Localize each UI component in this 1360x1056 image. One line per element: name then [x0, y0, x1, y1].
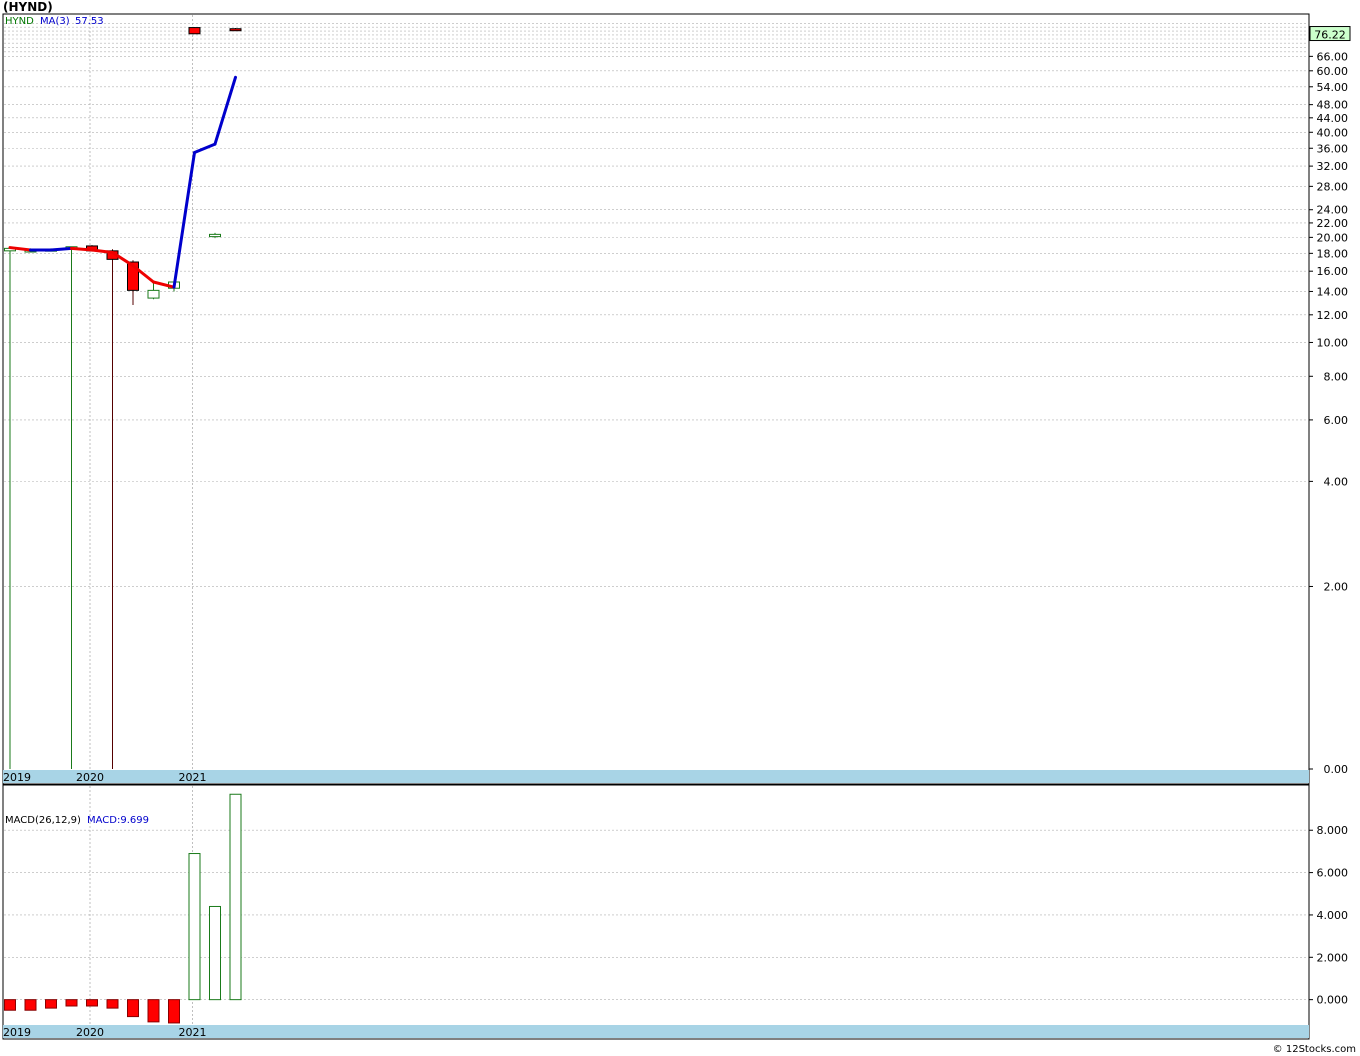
- macd-tick-label: 6.000: [1317, 867, 1349, 880]
- price-tick-label: 32.00: [1317, 160, 1349, 173]
- price-legend-ma-value: 57.53: [75, 16, 104, 27]
- price-tick-label: 66.00: [1317, 50, 1349, 63]
- price-legend-ma: MA(3): [40, 16, 70, 27]
- last-price-label: 76.22: [1314, 29, 1346, 42]
- price-tick-label: 60.00: [1317, 65, 1349, 78]
- price-tick-label: 36.00: [1317, 142, 1349, 155]
- watermark: © 12Stocks.com: [1273, 1044, 1356, 1055]
- price-tick-label: 6.00: [1324, 414, 1349, 427]
- macd-legend-value: MACD:9.699: [87, 815, 149, 826]
- macd-legend-label: MACD(26,12,9): [5, 815, 81, 826]
- price-tick-label: 20.00: [1317, 231, 1349, 244]
- last-price-tag: 76.22: [1309, 26, 1351, 42]
- price-tick-label: 40.00: [1317, 126, 1349, 139]
- macd-bar: [24, 999, 37, 1011]
- macd-bar: [188, 853, 201, 1001]
- macd-tick-label: 2.000: [1317, 951, 1349, 964]
- macd-bar: [45, 999, 57, 1009]
- ma-segment: [49, 246, 73, 252]
- macd-bar: [106, 999, 119, 1009]
- candle-body: [147, 289, 160, 299]
- price-tick-label: 48.00: [1317, 99, 1349, 112]
- macd-bar: [86, 999, 98, 1007]
- date-label: 2020: [76, 1026, 104, 1039]
- macd-bar: [65, 999, 78, 1007]
- date-label: 2019: [3, 771, 31, 784]
- date-label: 2020: [76, 771, 104, 784]
- macd-bar: [127, 999, 139, 1018]
- price-tick-label: 16.00: [1317, 265, 1349, 278]
- price-axis: 66.00 60.00 54.00 48.0044.0040.00 36.00 32.00…: [1309, 50, 1348, 776]
- macd-bar: [209, 905, 221, 1001]
- price-tick-label: 12.00: [1317, 309, 1349, 322]
- date-label: 2021: [179, 1026, 207, 1039]
- date-label: 2021: [179, 771, 207, 784]
- stock-chart: (HYND) 66.00 60.00 54.00 48.00 44.00 40.00 36.…: [0, 0, 1360, 1056]
- price-panel-frame: [2, 13, 1310, 785]
- candle-body: [209, 233, 221, 238]
- chart-title: (HYND): [3, 0, 53, 14]
- price-tick-label: 2.00: [1324, 580, 1349, 593]
- price-tick-label: 22.00: [1317, 217, 1349, 230]
- price-tick-label: 14.00: [1317, 285, 1349, 298]
- price-tick-label: 44.00: [1317, 112, 1349, 125]
- macd-bar: [229, 793, 242, 1001]
- price-tick-label: 18.00: [1317, 247, 1349, 260]
- price-tick-label: 54.00: [1317, 81, 1349, 94]
- chart-canvas: (HYND) 66.00 60.00 54.00 48.0044.0040.00 36.…: [2, 0, 1356, 1055]
- price-tick-label: 28.00: [1317, 180, 1349, 193]
- price-tick-label: 8.00: [1324, 370, 1349, 383]
- price-tick-label: 10.00: [1317, 336, 1349, 349]
- date-label: 2019: [3, 1026, 31, 1039]
- candle-body: [229, 28, 242, 32]
- candle-body: [188, 27, 201, 35]
- macd-tick-label: 4.000: [1317, 909, 1349, 922]
- ma-segment: [70, 246, 94, 252]
- macd-tick-label: 8.000: [1317, 824, 1349, 837]
- macd-bar: [147, 999, 160, 1023]
- macd-tick-label: 0.000: [1317, 994, 1349, 1007]
- price-legend-symbol: HYND: [5, 16, 34, 27]
- price-tick-label: 4.00: [1324, 475, 1349, 488]
- price-tick-label: 24.00: [1317, 204, 1349, 217]
- macd-bar: [168, 999, 180, 1024]
- macd-bar: [4, 999, 16, 1011]
- macd-axis: 8.000 6.000 4.000 2.000 0.000: [1309, 824, 1349, 1007]
- price-tick-label: 0.00: [1324, 763, 1349, 776]
